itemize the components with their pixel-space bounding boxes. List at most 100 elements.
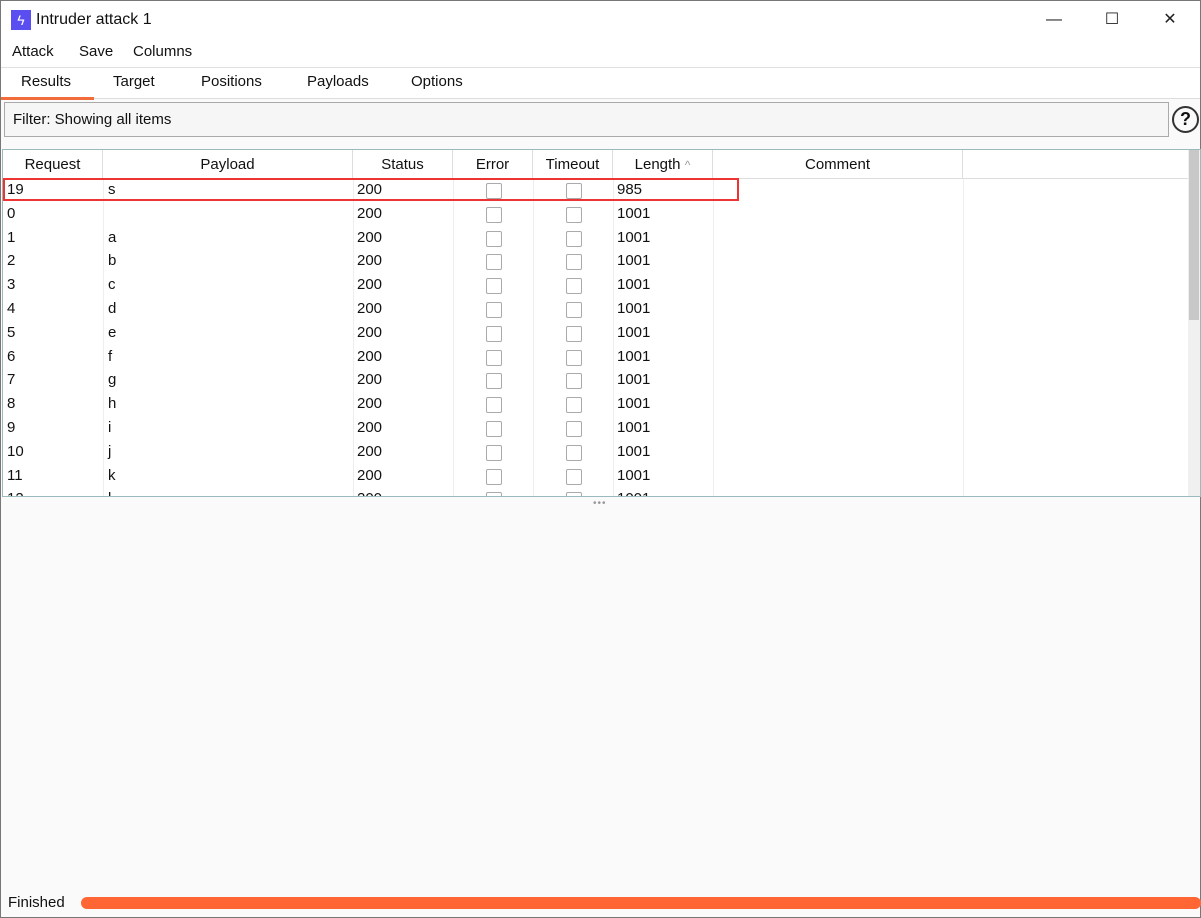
error-checkbox[interactable]: [486, 397, 502, 414]
timeout-checkbox[interactable]: [566, 373, 582, 390]
request-cell: 2: [7, 252, 16, 270]
table-row[interactable]: 9 i 200 1001: [3, 417, 1188, 441]
tab-results[interactable]: Results: [21, 73, 71, 90]
vertical-scrollbar[interactable]: [1188, 150, 1200, 496]
scrollbar-thumb[interactable]: [1189, 150, 1199, 320]
table-row[interactable]: 7 g 200 1001: [3, 369, 1188, 393]
timeout-checkbox[interactable]: [566, 444, 582, 461]
length-cell: 1001: [617, 300, 651, 317]
error-checkbox[interactable]: [486, 421, 502, 437]
request-cell: 3: [7, 276, 16, 294]
timeout-checkbox[interactable]: [566, 278, 582, 295]
results-table: Request Payload Status Error Timeout Len…: [2, 149, 1201, 497]
timeout-checkbox[interactable]: [566, 183, 582, 199]
error-checkbox[interactable]: [486, 349, 502, 366]
status-cell: 200: [357, 490, 382, 496]
request-cell: 19: [7, 181, 24, 198]
window-title: Intruder attack 1: [36, 11, 152, 28]
length-cell: 1001: [617, 204, 651, 222]
active-tab-indicator: [1, 97, 94, 100]
error-checkbox[interactable]: [486, 444, 502, 461]
status-cell: 200: [357, 442, 383, 460]
error-checkbox[interactable]: [486, 278, 502, 295]
error-checkbox[interactable]: [486, 254, 502, 271]
table-row[interactable]: 4 d 200 1001: [3, 298, 1188, 322]
error-checkbox[interactable]: [486, 206, 502, 223]
column-header-request[interactable]: Request: [3, 150, 103, 179]
request-cell: 1: [7, 228, 16, 246]
column-header-error[interactable]: Error: [453, 150, 533, 179]
tab-bar: Results Target Positions Payloads Option…: [1, 67, 1200, 100]
error-checkbox[interactable]: [486, 183, 502, 199]
maximize-button[interactable]: ☐: [1097, 9, 1127, 31]
table-row[interactable]: 10 j 200 1001: [3, 441, 1188, 465]
help-icon[interactable]: ?: [1172, 106, 1199, 133]
error-checkbox[interactable]: [486, 373, 502, 390]
table-row[interactable]: 5 e 200 1001: [3, 322, 1188, 346]
status-text: Finished: [8, 894, 65, 911]
error-checkbox[interactable]: [486, 468, 502, 485]
length-cell: 1001: [617, 419, 651, 436]
menu-save[interactable]: Save: [79, 43, 113, 60]
table-row[interactable]: 1 a 200 1001: [3, 227, 1188, 251]
error-checkbox[interactable]: [486, 302, 502, 318]
column-header-payload[interactable]: Payload: [103, 150, 353, 179]
request-cell: 6: [7, 347, 16, 365]
menu-columns[interactable]: Columns: [133, 43, 192, 60]
length-cell: 1001: [617, 466, 651, 484]
request-cell: 7: [7, 371, 16, 389]
column-header-length[interactable]: Length ^: [613, 150, 713, 179]
tab-target[interactable]: Target: [113, 73, 155, 90]
payload-cell: e: [108, 323, 117, 341]
tab-options[interactable]: Options: [411, 73, 463, 90]
table-row[interactable]: 0 200 1001: [3, 203, 1188, 227]
length-cell: 1001: [617, 442, 651, 460]
table-row[interactable]: 8 h 200 1001: [3, 393, 1188, 417]
error-checkbox[interactable]: [486, 325, 502, 342]
length-cell: 1001: [617, 252, 651, 270]
status-cell: 200: [357, 419, 383, 436]
length-cell: 1001: [617, 276, 651, 294]
error-checkbox[interactable]: [486, 230, 502, 247]
tab-positions[interactable]: Positions: [201, 73, 262, 90]
minimize-button[interactable]: —: [1039, 9, 1069, 31]
payload-cell: h: [108, 395, 117, 413]
close-button[interactable]: ✕: [1155, 9, 1185, 31]
request-cell: 10: [7, 442, 24, 460]
table-row[interactable]: 12 l 200 1001: [3, 488, 1188, 496]
length-cell: 1001: [617, 323, 651, 341]
status-cell: 200: [357, 276, 383, 294]
request-cell: 9: [7, 419, 16, 436]
timeout-checkbox[interactable]: [566, 230, 582, 247]
table-row[interactable]: 19 s 200 985: [3, 179, 1188, 203]
timeout-checkbox[interactable]: [566, 421, 582, 437]
table-row[interactable]: 6 f 200 1001: [3, 346, 1188, 370]
split-pane-handle[interactable]: •••: [593, 498, 607, 509]
burp-lightning-icon: ϟ: [11, 10, 31, 30]
timeout-checkbox[interactable]: [566, 254, 582, 271]
table-row[interactable]: 2 b 200 1001: [3, 250, 1188, 274]
menu-attack[interactable]: Attack: [12, 43, 54, 60]
table-row[interactable]: 3 c 200 1001: [3, 274, 1188, 298]
payload-cell: d: [108, 300, 117, 317]
timeout-checkbox[interactable]: [566, 492, 582, 496]
menu-bar: Attack Save Columns: [1, 39, 1200, 67]
timeout-checkbox[interactable]: [566, 349, 582, 366]
timeout-checkbox[interactable]: [566, 206, 582, 223]
filter-bar[interactable]: Filter: Showing all items: [4, 102, 1169, 137]
error-checkbox[interactable]: [486, 492, 502, 496]
timeout-checkbox[interactable]: [566, 325, 582, 342]
timeout-checkbox[interactable]: [566, 302, 582, 318]
timeout-checkbox[interactable]: [566, 397, 582, 414]
column-header-status[interactable]: Status: [353, 150, 453, 179]
timeout-checkbox[interactable]: [566, 468, 582, 485]
status-cell: 200: [357, 204, 383, 222]
request-cell: 12: [7, 490, 24, 496]
length-cell: 1001: [617, 347, 651, 365]
table-row[interactable]: 11 k 200 1001: [3, 465, 1188, 489]
status-cell: 200: [357, 466, 383, 484]
column-header-comment[interactable]: Comment: [713, 150, 963, 179]
tab-payloads[interactable]: Payloads: [307, 73, 369, 90]
column-header-timeout[interactable]: Timeout: [533, 150, 613, 179]
payload-cell: a: [108, 228, 117, 246]
